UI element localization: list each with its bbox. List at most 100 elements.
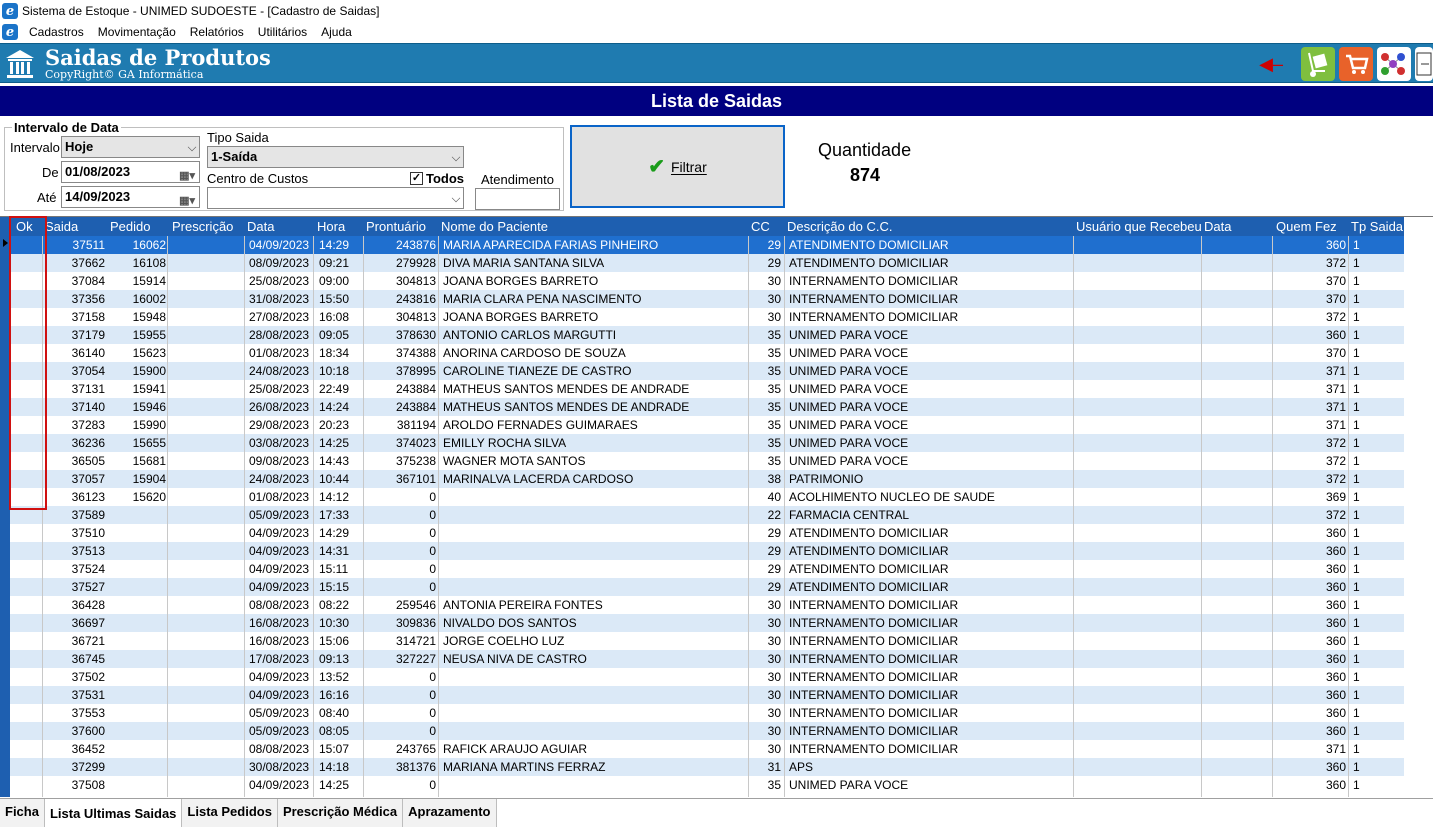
menu-ajuda[interactable]: Ajuda (314, 25, 359, 39)
cell-prontuario: 327227 (395, 652, 436, 666)
cell-quem-fez: 360 (1325, 724, 1346, 738)
network-icon[interactable] (1377, 47, 1411, 81)
mdi-logo-icon[interactable]: e (2, 24, 18, 40)
table-row[interactable]: 37662 16108 08/09/2023 09:21 279928 DIVA MARI… (10, 254, 1404, 272)
table-row[interactable]: 36140 15623 01/08/2023 18:34 374388 ANORINA C… (10, 344, 1404, 362)
table-row[interactable]: 37600 05/09/2023 08:05 0 30 INTERNAMENTO DOMI… (10, 722, 1404, 740)
cell-hora: 14:31 (319, 544, 350, 558)
back-arrow-icon[interactable]: ◀– (1259, 54, 1283, 75)
table-row[interactable]: 37589 05/09/2023 17:33 0 22 FARMACIA CENTRAL 3… (10, 506, 1404, 524)
cell-pedido: 15904 (132, 472, 166, 486)
table-row[interactable]: 36236 15655 03/08/2023 14:25 374023 EMILLY RO… (10, 434, 1404, 452)
col-cc[interactable]: CC (751, 219, 770, 234)
table-row[interactable]: 37511 16062 04/09/2023 14:29 243876 MARIA APA… (10, 236, 1404, 254)
chevron-down-icon[interactable] (187, 142, 197, 152)
col-prescricao[interactable]: Prescrição (172, 219, 233, 234)
chevron-down-icon[interactable] (451, 152, 461, 162)
table-row[interactable]: 37158 15948 27/08/2023 16:08 304813 JOANA BOR… (10, 308, 1404, 326)
centro-custos-select[interactable] (207, 187, 464, 209)
col-data-recebimento[interactable]: Data (1204, 219, 1231, 234)
cell-descricao-cc: ACOLHIMENTO NUCLEO DE SAUDE (789, 490, 995, 504)
table-row[interactable]: 37283 15990 29/08/2023 20:23 381194 AROLDO FE… (10, 416, 1404, 434)
col-tp-saida[interactable]: Tp Saida (1351, 219, 1403, 234)
cell-nome-paciente: EMILLY ROCHA SILVA (443, 436, 567, 450)
tab-lista-pedidos[interactable]: Lista Pedidos (182, 799, 278, 827)
table-row[interactable]: 36428 08/08/2023 08:22 259546 ANTONIA PEREIR… (10, 596, 1404, 614)
chevron-down-icon[interactable] (451, 193, 461, 203)
quantidade-label: Quantidade (818, 140, 912, 160)
cell-data: 08/09/2023 (249, 256, 310, 270)
table-row[interactable]: 37356 16002 31/08/2023 15:50 243816 MARIA CLA… (10, 290, 1404, 308)
col-descricao-cc[interactable]: Descrição do C.C. (787, 219, 892, 234)
col-pedido[interactable]: Pedido (110, 219, 150, 234)
cell-cc: 29 (767, 544, 781, 558)
table-row[interactable]: 36745 17/08/2023 09:13 327227 NEUSA NIVA DE … (10, 650, 1404, 668)
tab-ficha[interactable]: Ficha (0, 799, 45, 827)
ate-date-field[interactable]: 14/09/2023 ▦▾ (61, 186, 200, 208)
tipo-saida-select[interactable]: 1-Saída (207, 146, 464, 168)
app-logo-icon: e (2, 3, 18, 19)
table-row[interactable]: 37553 05/09/2023 08:40 0 30 INTERNAMENTO DOMI… (10, 704, 1404, 722)
cell-hora: 14:25 (319, 436, 350, 450)
table-row[interactable]: 37179 15955 28/08/2023 09:05 378630 ANTONIO C… (10, 326, 1404, 344)
table-row[interactable]: 36505 15681 09/08/2023 14:43 375238 WAGNER MO… (10, 452, 1404, 470)
menu-utilitarios[interactable]: Utilitários (251, 25, 314, 39)
exit-icon[interactable] (1415, 47, 1433, 81)
cell-quem-fez: 360 (1325, 580, 1346, 594)
table-row[interactable]: 37057 15904 24/08/2023 10:44 367101 MARINALVA… (10, 470, 1404, 488)
col-usuario-recebeu[interactable]: Usuário que Recebeu (1076, 219, 1202, 234)
menu-movimentacao[interactable]: Movimentação (91, 25, 183, 39)
table-row[interactable]: 37524 04/09/2023 15:11 0 29 ATENDIMENTO DOMIC… (10, 560, 1404, 578)
hand-truck-icon[interactable] (1301, 47, 1335, 81)
todos-checkbox[interactable]: ✓ Todos (410, 171, 464, 186)
table-row[interactable]: 37527 04/09/2023 15:15 0 29 ATENDIMENTO DOMIC… (10, 578, 1404, 596)
table-row[interactable]: 37140 15946 26/08/2023 14:24 243884 MATHEUS S… (10, 398, 1404, 416)
atendimento-input[interactable] (475, 188, 560, 210)
table-row[interactable]: 36697 16/08/2023 10:30 309836 NIVALDO DOS SA… (10, 614, 1404, 632)
table-row[interactable]: 37131 15941 25/08/2023 22:49 243884 MATHEUS S… (10, 380, 1404, 398)
intervalo-select[interactable]: Hoje (61, 136, 200, 158)
table-row[interactable]: 37054 15900 24/08/2023 10:18 378995 CAROLINE … (10, 362, 1404, 380)
cell-descricao-cc: INTERNAMENTO DOMICILIAR (789, 634, 959, 648)
cell-prontuario: 0 (429, 562, 436, 576)
col-hora[interactable]: Hora (317, 219, 345, 234)
col-quem-fez[interactable]: Quem Fez (1276, 219, 1337, 234)
saidas-grid[interactable]: Ok Saida Pedido Prescrição Data Hora Pro… (0, 216, 1433, 797)
table-row[interactable]: 37084 15914 25/08/2023 09:00 304813 JOANA BOR… (10, 272, 1404, 290)
cell-prontuario: 243884 (395, 382, 436, 396)
tab-aprazamento[interactable]: Aprazamento (403, 799, 497, 827)
calendar-dropdown-icon[interactable]: ▦▾ (179, 191, 195, 211)
de-date-field[interactable]: 01/08/2023 ▦▾ (61, 161, 200, 183)
menu-relatorios[interactable]: Relatórios (183, 25, 251, 39)
table-row[interactable]: 36123 15620 01/08/2023 14:12 0 40 ACOLHIMENTO … (10, 488, 1404, 506)
cell-tp-saida: 1 (1353, 256, 1360, 270)
col-prontuario[interactable]: Prontuário (366, 219, 426, 234)
table-row[interactable]: 37510 04/09/2023 14:29 0 29 ATENDIMENTO DOMIC… (10, 524, 1404, 542)
cell-hora: 09:21 (319, 256, 350, 270)
tab-prescricao-medica[interactable]: Prescrição Médica (277, 799, 404, 827)
grid-column-divider (1348, 236, 1349, 797)
filtrar-button[interactable]: ✔ Filtrar (570, 125, 785, 208)
cell-saida: 37511 (72, 238, 105, 252)
table-row[interactable]: 37513 04/09/2023 14:31 0 29 ATENDIMENTO DOMIC… (10, 542, 1404, 560)
bank-building-icon (6, 50, 34, 78)
table-row[interactable]: 37531 04/09/2023 16:16 0 30 INTERNAMENTO DOMI… (10, 686, 1404, 704)
cell-data: 25/08/2023 (249, 382, 310, 396)
shopping-cart-icon[interactable] (1339, 47, 1373, 81)
col-nome-paciente[interactable]: Nome do Paciente (441, 219, 548, 234)
table-row[interactable]: 37299 30/08/2023 14:18 381376 MARIANA MARTIN… (10, 758, 1404, 776)
cell-pedido: 15941 (132, 382, 166, 396)
cell-tp-saida: 1 (1353, 616, 1360, 630)
tab-lista-ultimas-saidas[interactable]: Lista Ultimas Saidas (44, 799, 183, 827)
cell-data: 04/09/2023 (249, 688, 310, 702)
col-data[interactable]: Data (247, 219, 274, 234)
table-row[interactable]: 37508 04/09/2023 14:25 0 35 UNIMED PARA VOCE 3… (10, 776, 1404, 794)
menu-cadastros[interactable]: Cadastros (22, 25, 91, 39)
table-row[interactable]: 36452 08/08/2023 15:07 243765 RAFICK ARAUJO … (10, 740, 1404, 758)
col-saida[interactable]: Saida (45, 219, 78, 234)
calendar-dropdown-icon[interactable]: ▦▾ (179, 166, 195, 186)
table-row[interactable]: 37502 04/09/2023 13:52 0 30 INTERNAMENTO DOMI… (10, 668, 1404, 686)
checkbox-checked-icon[interactable]: ✓ (410, 172, 423, 185)
table-row[interactable]: 36721 16/08/2023 15:06 314721 JORGE COELHO L… (10, 632, 1404, 650)
cell-hora: 09:00 (319, 274, 350, 288)
